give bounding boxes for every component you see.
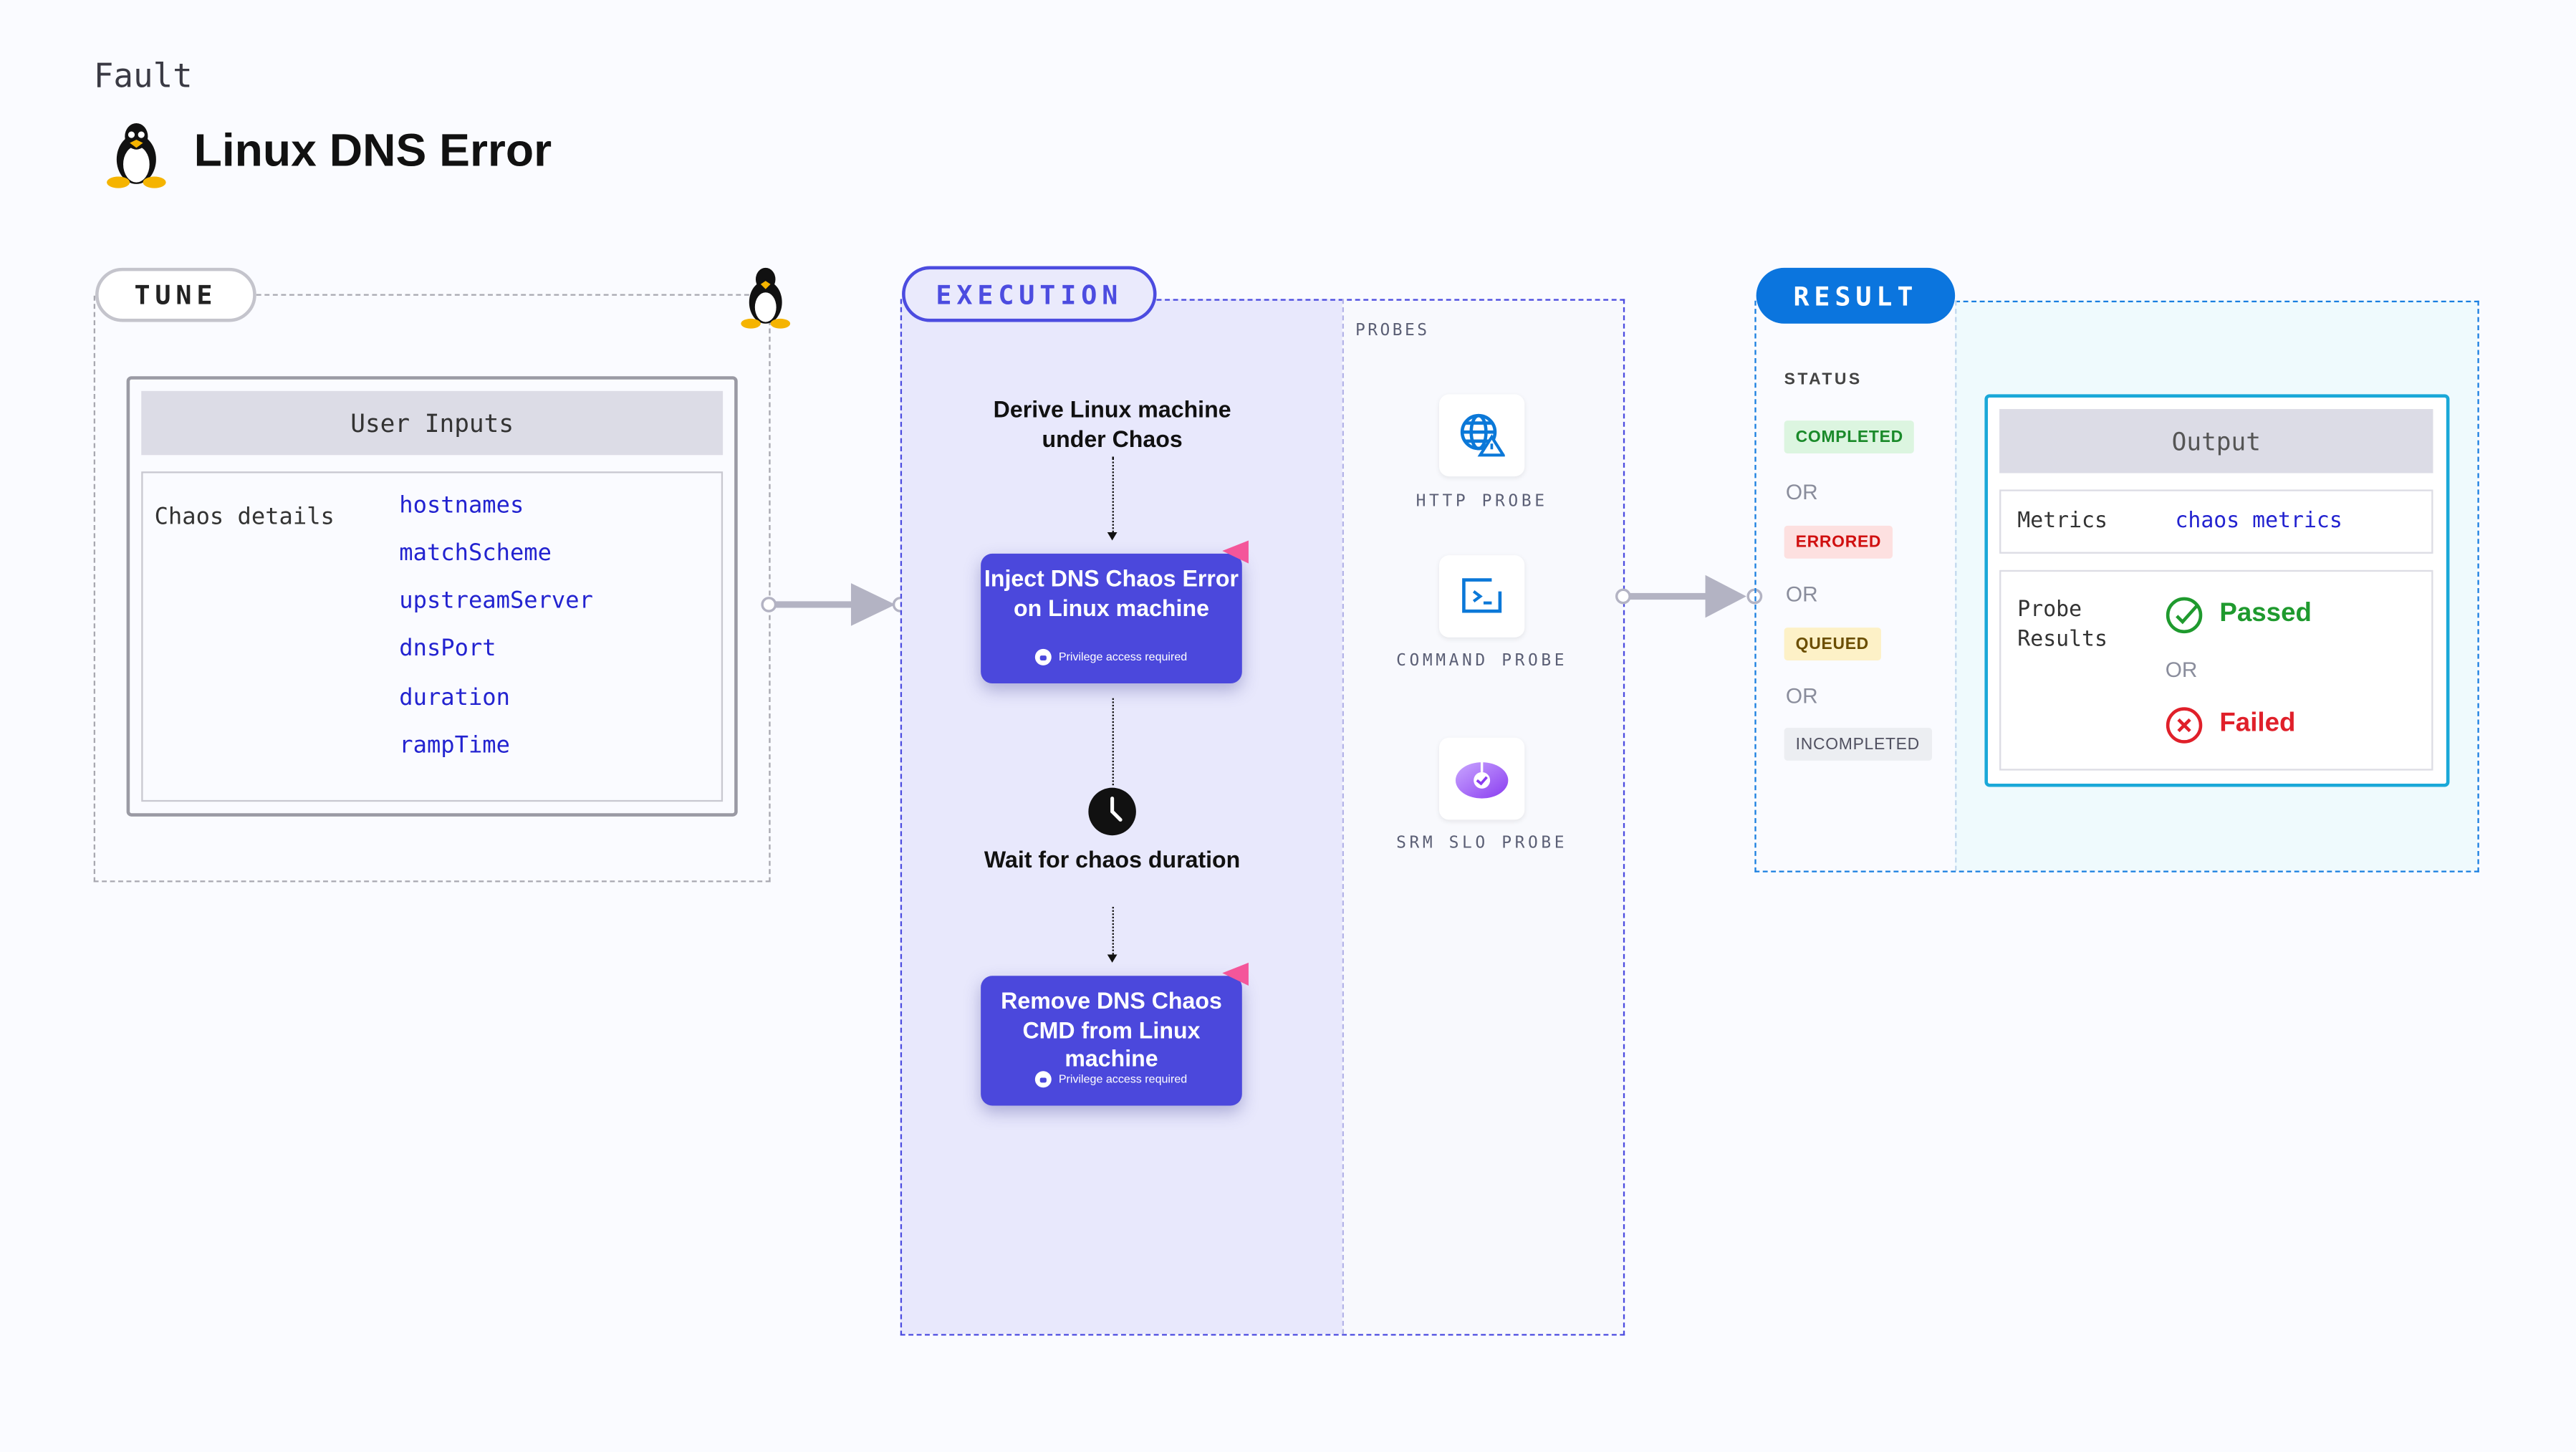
connector <box>1111 456 1113 533</box>
chaos-details-label: Chaos details <box>154 504 335 531</box>
result-top-border <box>1955 300 2479 302</box>
output-header: Output <box>1999 409 2433 473</box>
status-divider <box>1955 300 1957 871</box>
fault-label: Fault <box>93 55 193 96</box>
linux-penguin-small-icon <box>741 267 791 329</box>
param-upstreamserver: upstreamServer <box>399 588 593 615</box>
or-label: OR <box>1785 581 1818 607</box>
tune-pill: TUNE <box>95 267 256 322</box>
step-inject-node[interactable]: Inject DNS Chaos Error on Linux machine … <box>981 553 1242 684</box>
terminal-icon <box>1462 578 1502 613</box>
status-errored: ERRORED <box>1784 525 1893 559</box>
execution-pill: EXECUTION <box>902 266 1157 322</box>
srm-slo-probe-card[interactable] <box>1439 737 1525 820</box>
flow-arrow-execution-result <box>1615 574 1763 618</box>
page-title: Linux DNS Error <box>193 125 552 176</box>
passed-label: Passed <box>2219 600 2312 628</box>
probes-divider <box>1342 299 1345 1335</box>
or-label: OR <box>1785 683 1818 708</box>
command-probe-label: COMMAND PROBE <box>1396 652 1568 670</box>
arrow-down-icon <box>1106 532 1117 541</box>
privilege-label: Privilege access required <box>1058 651 1188 663</box>
http-probe-card[interactable] <box>1439 394 1525 477</box>
srm-slo-probe-label: SRM SLO PROBE <box>1396 835 1568 853</box>
step-inject-label: Inject DNS Chaos Error on Linux machine <box>984 564 1239 620</box>
arrow-down-icon <box>1106 954 1117 963</box>
slo-icon <box>1455 760 1509 799</box>
status-completed: COMPLETED <box>1784 420 1915 453</box>
status-incompleted: INCOMPLETED <box>1784 727 1931 761</box>
metrics-label: Metrics <box>2017 509 2108 534</box>
or-label: OR <box>2165 657 2198 682</box>
step-remove-node[interactable]: Remove DNS Chaos CMD from Linux machine … <box>981 976 1242 1106</box>
failed-label: Failed <box>2219 709 2296 738</box>
status-title: STATUS <box>1784 371 1863 390</box>
param-dnsport: dnsPort <box>399 635 496 663</box>
x-circle-icon <box>2166 707 2203 744</box>
metrics-value: chaos metrics <box>2175 509 2342 534</box>
check-circle-icon <box>2166 597 2203 634</box>
step-wait: Wait for chaos duration <box>984 846 1241 872</box>
param-matchscheme: matchScheme <box>399 540 552 567</box>
globe-warning-icon <box>1460 413 1505 457</box>
tune-top-border <box>256 294 749 296</box>
probe-results-label: Probe Results <box>2017 597 2108 653</box>
http-probe-label: HTTP PROBE <box>1416 493 1548 511</box>
command-probe-card[interactable] <box>1439 555 1525 638</box>
or-label: OR <box>1785 479 1818 505</box>
probes-title: PROBES <box>1355 322 1430 340</box>
connector <box>1111 698 1113 786</box>
linux-penguin-icon <box>107 123 166 188</box>
privilege-note: Privilege access required <box>981 643 1242 672</box>
connector <box>1111 906 1113 955</box>
result-pill: RESULT <box>1756 267 1956 324</box>
privilege-note: Privilege access required <box>981 1065 1242 1094</box>
user-inputs-header: User Inputs <box>141 390 724 456</box>
step-derive: Derive Linux machine under Chaos <box>993 395 1231 452</box>
privilege-label: Privilege access required <box>1058 1073 1188 1085</box>
lock-icon <box>1035 649 1052 666</box>
lock-icon <box>1035 1071 1052 1088</box>
param-duration: duration <box>399 685 510 712</box>
status-queued: QUEUED <box>1784 628 1881 660</box>
flow-arrow-tune-execution <box>761 583 908 626</box>
execution-top-border <box>1156 299 1625 301</box>
param-hostnames: hostnames <box>399 493 524 519</box>
clock-icon <box>1088 787 1136 836</box>
step-remove-label: Remove DNS Chaos CMD from Linux machine <box>1001 987 1222 1072</box>
param-ramptime: rampTime <box>399 732 510 759</box>
